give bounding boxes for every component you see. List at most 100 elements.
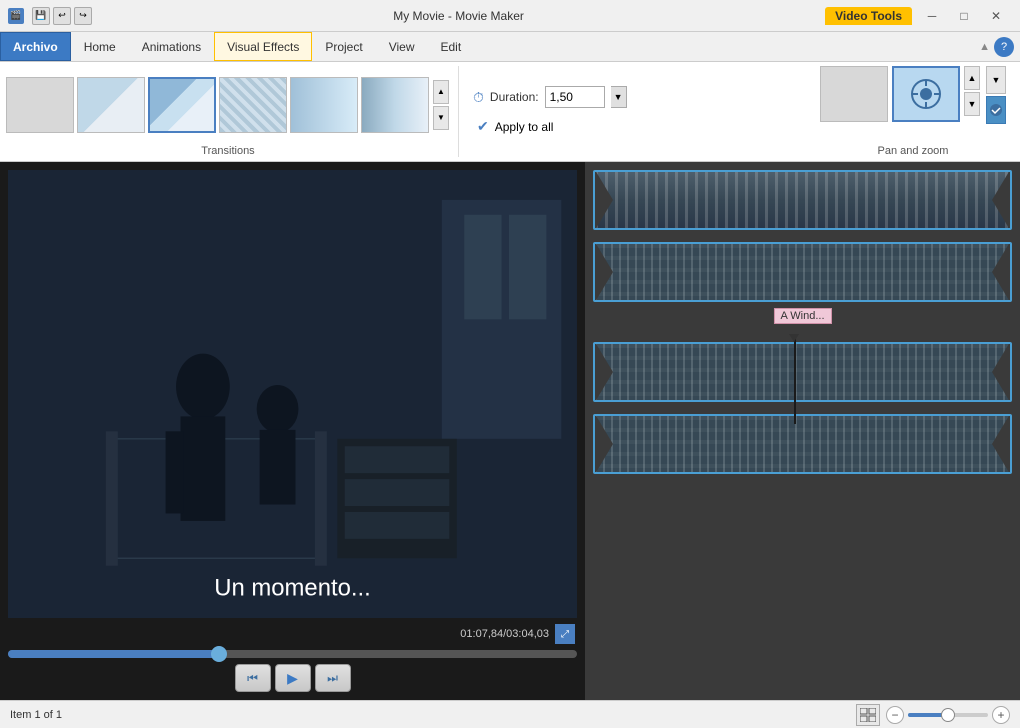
pan-zoom-icon <box>908 76 944 112</box>
transitions-section: ▲ ▼ Transitions <box>6 66 459 157</box>
zoom-in-button[interactable]: + <box>992 706 1010 724</box>
clip-arrow-left-4 <box>595 414 613 474</box>
duration-section: ⏱ Duration: ▼ ✔ Apply to all <box>461 66 639 157</box>
clip-arrow-right-3 <box>992 342 1010 402</box>
transition-diagonal[interactable] <box>77 77 145 133</box>
ribbon: ▲ ▼ Transitions ⏱ Duration: ▼ ✔ Apply to… <box>0 62 1020 162</box>
progress-bar[interactable] <box>8 650 577 658</box>
tab-project[interactable]: Project <box>312 32 375 61</box>
duration-row: ⏱ Duration: ▼ <box>473 86 627 108</box>
pan-zoom-content: ▲ ▼ ▼ <box>820 66 1006 143</box>
clip-arrow-right-4 <box>992 414 1010 474</box>
pan-zoom-more[interactable]: ▼ <box>986 66 1006 94</box>
tab-visual-effects[interactable]: Visual Effects <box>214 32 312 61</box>
transitions-scroll: ▲ ▼ <box>432 80 450 130</box>
timeline-panel: A Wind... <box>585 162 1020 700</box>
apply-all-icon: ✔ <box>477 118 489 135</box>
zoom-slider[interactable] <box>908 713 988 717</box>
duration-dropdown[interactable]: ▼ <box>611 86 627 108</box>
svg-text:Un momento...: Un momento... <box>214 575 371 602</box>
zoom-out-button[interactable]: − <box>886 706 904 724</box>
tab-animations[interactable]: Animations <box>129 32 214 61</box>
clip-arrow-left-1 <box>595 170 613 230</box>
video-screen: Un momento... <box>8 170 577 618</box>
pan-zoom-scroll-down[interactable]: ▼ <box>964 92 980 116</box>
clip-arrow-right-1 <box>992 170 1010 230</box>
clip-texture-1 <box>595 172 1010 228</box>
maximize-button[interactable]: □ <box>948 2 980 30</box>
scene-svg: Un momento... <box>8 170 577 618</box>
status-bar: Item 1 of 1 − + <box>0 700 1020 728</box>
transitions-scroll-down[interactable]: ▼ <box>433 106 449 130</box>
transition-none[interactable] <box>6 77 74 133</box>
timeline-clip-2[interactable]: A Wind... <box>593 242 1012 302</box>
clip-inner-3[interactable] <box>593 342 1012 402</box>
ribbon-collapse-btn[interactable]: ▲ <box>979 41 990 53</box>
rewind-button[interactable]: ⏮ <box>235 664 271 692</box>
close-button[interactable]: ✕ <box>980 2 1012 30</box>
timeline-clip-1[interactable] <box>593 170 1012 230</box>
zoom-slider-thumb[interactable] <box>941 708 955 722</box>
save-btn[interactable]: 💾 <box>32 7 50 25</box>
transition-reveal[interactable] <box>290 77 358 133</box>
pan-zoom-side-controls: ▼ <box>986 66 1006 124</box>
pan-zoom-confirm[interactable] <box>986 96 1006 124</box>
tab-edit[interactable]: Edit <box>428 32 475 61</box>
transitions-scroll-up[interactable]: ▲ <box>433 80 449 104</box>
redo-btn[interactable]: ↪ <box>74 7 92 25</box>
menu-right: ▲ ? <box>979 32 1020 61</box>
transition-mosaic[interactable] <box>219 77 287 133</box>
storyboard-button[interactable] <box>856 704 880 726</box>
undo-btn[interactable]: ↩ <box>53 7 71 25</box>
transition-active[interactable] <box>148 77 216 133</box>
apply-all-button[interactable]: ✔ Apply to all <box>473 116 627 137</box>
title-bar-icons: 🎬 💾 ↩ ↪ <box>8 7 92 25</box>
tab-view[interactable]: View <box>376 32 428 61</box>
title-bar: 🎬 💾 ↩ ↪ My Movie - Movie Maker Video Too… <box>0 0 1020 32</box>
timeline-clip-4[interactable] <box>593 414 1012 474</box>
fullscreen-button[interactable]: ⤢ <box>555 624 575 644</box>
duration-icon: ⏱ <box>473 89 484 106</box>
ribbon-spacer <box>641 66 810 157</box>
duration-input[interactable] <box>545 86 605 108</box>
playback-controls: ⏮ ▶ ⏭ <box>8 664 577 692</box>
transition-fade[interactable] <box>361 77 429 133</box>
clip-inner-4[interactable] <box>593 414 1012 474</box>
main-area: Un momento... 01:07,84/03:04,03 ⤢ ⏮ ▶ ⏭ <box>0 162 1020 700</box>
play-button[interactable]: ▶ <box>275 664 311 692</box>
window-title: My Movie - Movie Maker <box>92 9 825 23</box>
minimize-button[interactable]: ─ <box>916 2 948 30</box>
timecode-row: 01:07,84/03:04,03 ⤢ <box>8 624 577 644</box>
clip-arrow-left-2 <box>595 242 613 302</box>
clip-inner-1[interactable] <box>593 170 1012 230</box>
checkmark-icon <box>989 103 1003 117</box>
window-controls: ─ □ ✕ <box>916 2 1012 30</box>
clip-texture-3 <box>595 344 1010 400</box>
clip-inner-2[interactable] <box>593 242 1012 302</box>
pan-zoom-active[interactable] <box>892 66 960 122</box>
title-bar-actions: 💾 ↩ ↪ <box>32 7 92 25</box>
transitions-label: Transitions <box>201 145 254 157</box>
tab-archivo[interactable]: Archivo <box>0 32 71 61</box>
video-panel: Un momento... 01:07,84/03:04,03 ⤢ ⏮ ▶ ⏭ <box>0 162 585 700</box>
timeline-scroll-area[interactable]: A Wind... <box>585 162 1020 700</box>
app-icon: 🎬 <box>8 8 24 24</box>
help-button[interactable]: ? <box>994 37 1014 57</box>
pan-zoom-section: ▲ ▼ ▼ Pan and zoom <box>812 66 1014 157</box>
tab-home[interactable]: Home <box>71 32 129 61</box>
clip-texture-2 <box>595 244 1010 300</box>
clip-label-2: A Wind... <box>773 308 831 324</box>
transitions-content: ▲ ▼ <box>6 66 450 143</box>
pan-zoom-scroll-up[interactable]: ▲ <box>964 66 980 90</box>
clip-texture-4 <box>595 416 1010 472</box>
pan-zoom-none[interactable] <box>820 66 888 122</box>
video-tools-badge: Video Tools <box>825 7 912 25</box>
pan-zoom-label: Pan and zoom <box>878 145 949 157</box>
progress-thumb[interactable] <box>211 646 227 662</box>
step-forward-button[interactable]: ⏭ <box>315 664 351 692</box>
menu-bar: Archivo Home Animations Visual Effects P… <box>0 32 1020 62</box>
apply-all-label: Apply to all <box>495 120 554 134</box>
clip-arrow-right-2 <box>992 242 1010 302</box>
playhead-marker <box>789 334 799 342</box>
timeline-clip-3[interactable] <box>593 342 1012 402</box>
